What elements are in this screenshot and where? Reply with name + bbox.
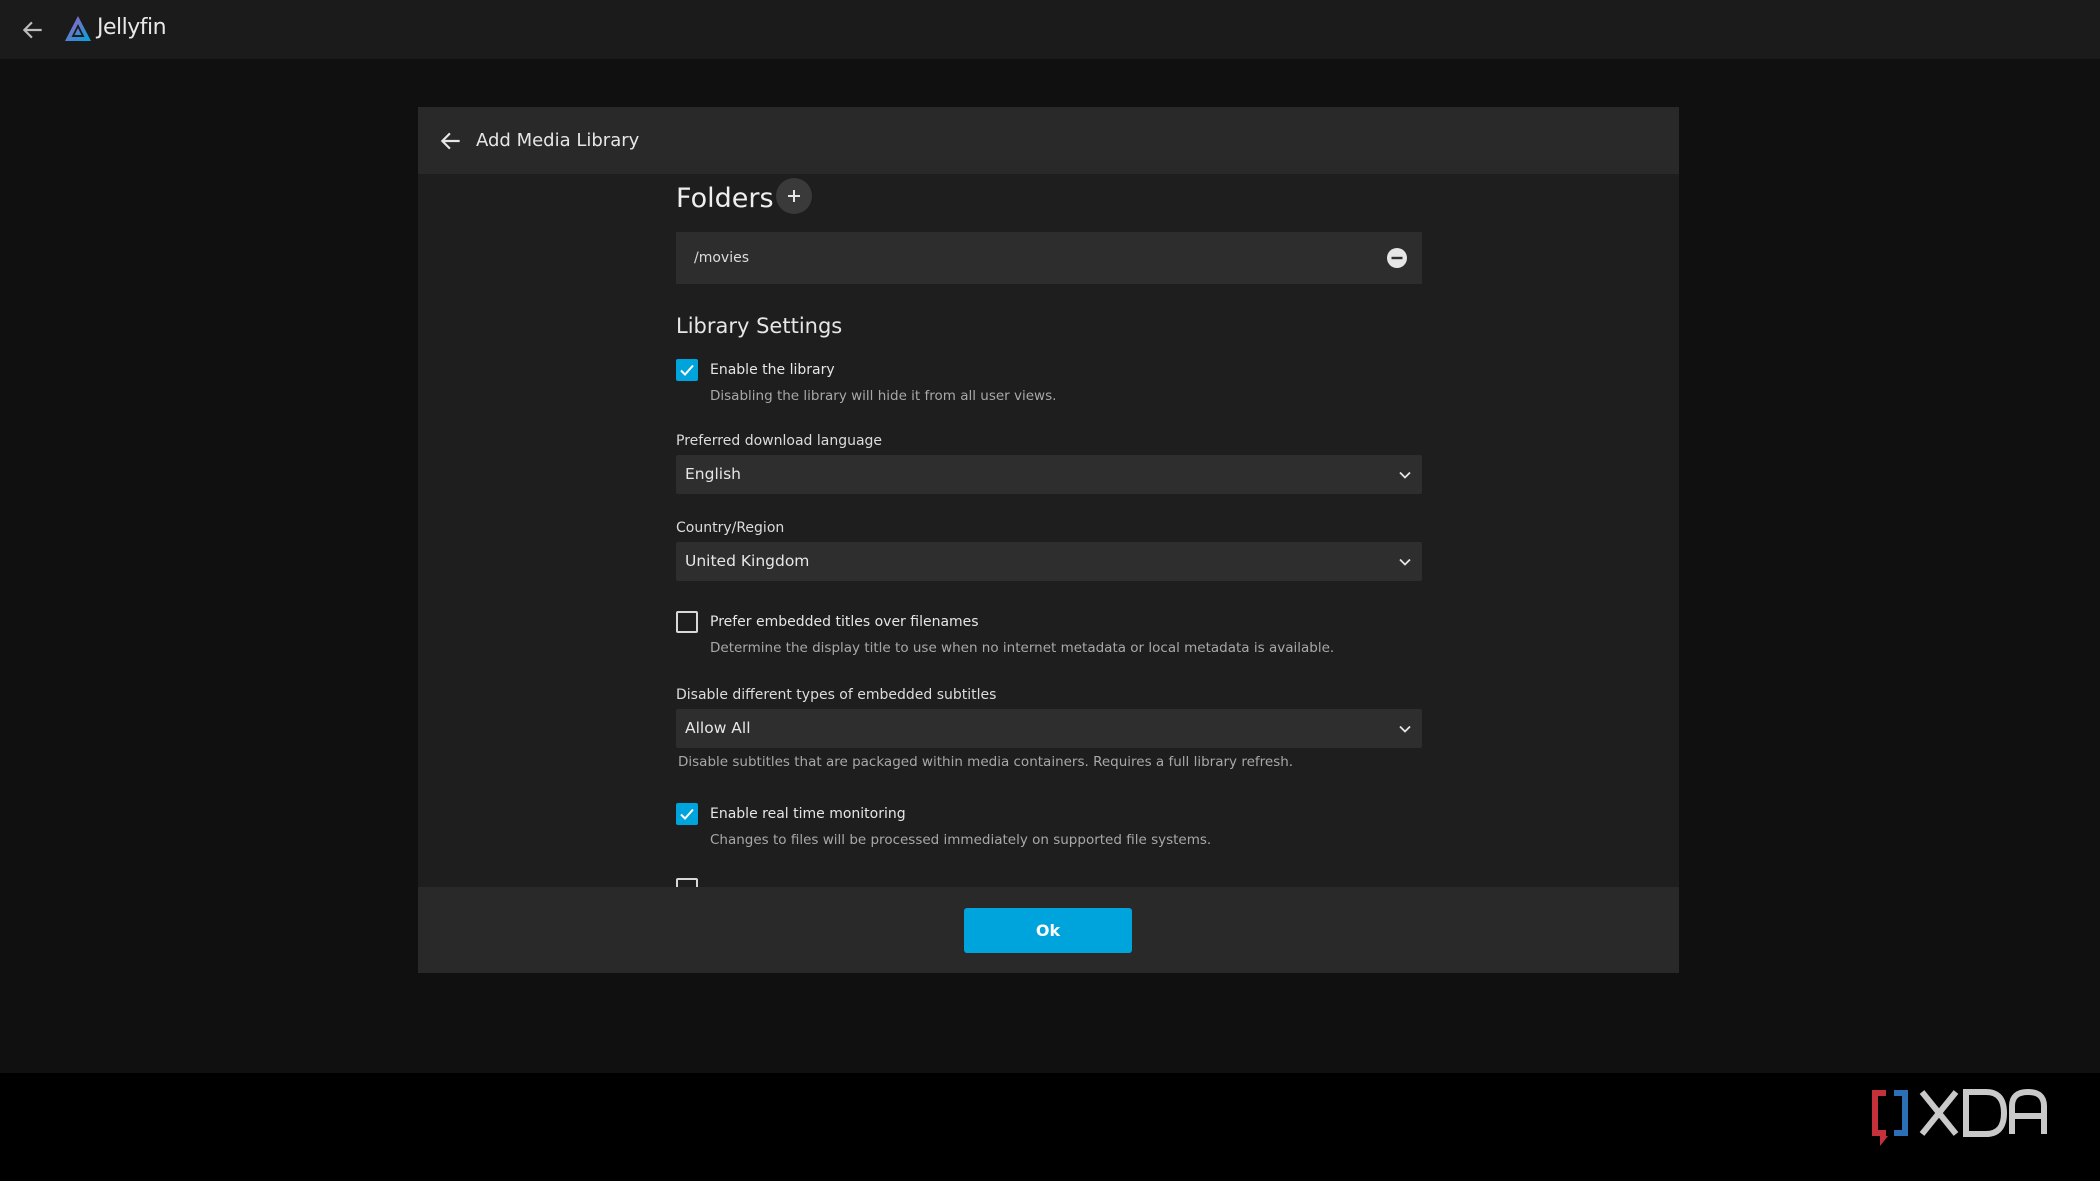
embedded-subtitles-select[interactable]: Allow All xyxy=(676,709,1422,748)
add-media-library-dialog: Add Media Library Folders /movies Librar… xyxy=(418,107,1679,973)
embedded-subtitles-label: Disable different types of embedded subt… xyxy=(676,687,997,703)
realtime-monitoring-help: Changes to files will be processed immed… xyxy=(710,832,1212,848)
prefer-embedded-titles-label[interactable]: Prefer embedded titles over filenames xyxy=(710,612,979,632)
realtime-monitoring-checkbox[interactable] xyxy=(676,803,698,825)
folder-list-item[interactable]: /movies xyxy=(676,232,1422,284)
top-bar: Jellyfin xyxy=(0,0,2100,59)
dialog-back-arrow-icon[interactable] xyxy=(438,128,464,154)
plus-icon xyxy=(788,190,800,202)
dialog-title: Add Media Library xyxy=(476,130,640,151)
prefer-embedded-titles-checkbox[interactable] xyxy=(676,611,698,633)
folder-path: /movies xyxy=(694,250,750,266)
dialog-header: Add Media Library xyxy=(418,107,1679,174)
dialog-footer: Ok xyxy=(418,887,1679,973)
country-region-select[interactable]: United Kingdom xyxy=(676,542,1422,581)
embedded-subtitles-value: Allow All xyxy=(685,719,751,737)
realtime-monitoring-label[interactable]: Enable real time monitoring xyxy=(710,804,906,824)
chevron-down-icon xyxy=(1399,725,1411,733)
remove-folder-icon[interactable] xyxy=(1386,247,1408,269)
enable-library-help: Disabling the library will hide it from … xyxy=(710,388,1057,404)
checkmark-icon xyxy=(680,364,694,376)
chevron-down-icon xyxy=(1399,471,1411,479)
xda-watermark-logo xyxy=(1872,1088,2047,1146)
next-option-checkbox[interactable] xyxy=(676,878,698,887)
ok-button[interactable]: Ok xyxy=(964,908,1132,953)
jellyfin-logo-icon[interactable] xyxy=(63,14,93,44)
enable-library-checkbox[interactable] xyxy=(676,359,698,381)
app-brand-name[interactable]: Jellyfin xyxy=(97,13,167,43)
prefer-embedded-titles-help: Determine the display title to use when … xyxy=(710,640,1335,656)
preferred-language-value: English xyxy=(685,465,741,483)
chevron-down-icon xyxy=(1399,558,1411,566)
embedded-subtitles-help: Disable subtitles that are packaged with… xyxy=(678,754,1294,770)
folders-heading: Folders xyxy=(676,183,774,214)
library-settings-heading: Library Settings xyxy=(676,314,843,338)
back-arrow-icon[interactable] xyxy=(20,17,46,43)
country-region-value: United Kingdom xyxy=(685,552,810,570)
app-window: Jellyfin Add Media Library Folders /movi… xyxy=(0,0,2100,1073)
add-folder-button[interactable] xyxy=(776,178,812,214)
preferred-language-select[interactable]: English xyxy=(676,455,1422,494)
checkmark-icon xyxy=(680,808,694,820)
country-region-label: Country/Region xyxy=(676,520,785,536)
dialog-body[interactable]: Folders /movies Library Settings Enable … xyxy=(418,174,1679,887)
enable-library-label[interactable]: Enable the library xyxy=(710,360,835,380)
preferred-language-label: Preferred download language xyxy=(676,433,883,449)
